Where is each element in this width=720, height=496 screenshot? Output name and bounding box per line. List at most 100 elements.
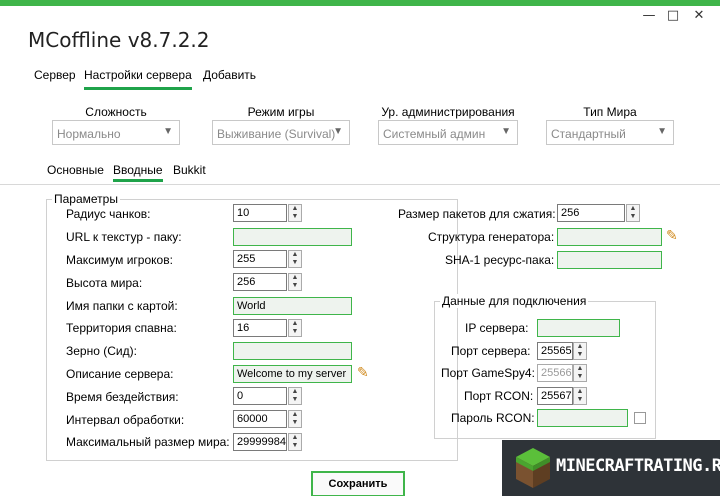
spin-down-icon[interactable]: ▼ bbox=[289, 328, 301, 336]
world-height-spinner[interactable]: ▲ ▼ bbox=[288, 273, 302, 291]
spawn-protection-spinner[interactable]: ▲ ▼ bbox=[288, 319, 302, 337]
spin-up-icon[interactable]: ▲ bbox=[289, 274, 301, 282]
title-accent-bar bbox=[0, 0, 720, 6]
spawn-protection-input[interactable]: 16 bbox=[233, 319, 287, 337]
chunk-radius-input[interactable]: 10 bbox=[233, 204, 287, 222]
idle-timeout-spinner[interactable]: ▲ ▼ bbox=[288, 387, 302, 405]
rcon-password-label: Пароль RCON: bbox=[451, 411, 535, 425]
subtab-main[interactable]: Основные bbox=[47, 163, 104, 177]
server-description-input[interactable]: Welcome to my server bbox=[233, 365, 352, 383]
world-height-input[interactable]: 256 bbox=[233, 273, 287, 291]
chevron-down-icon: ▼ bbox=[163, 126, 173, 137]
show-password-checkbox[interactable] bbox=[634, 412, 646, 424]
rcon-port-input[interactable]: 25567 bbox=[537, 387, 573, 405]
tab-server[interactable]: Сервер bbox=[34, 68, 76, 82]
tick-interval-label: Интервал обработки: bbox=[66, 413, 185, 427]
subtab-input[interactable]: Вводные bbox=[113, 163, 163, 182]
grass-block-logo-icon bbox=[516, 448, 550, 488]
max-players-input[interactable]: 255 bbox=[233, 250, 287, 268]
seed-input[interactable] bbox=[233, 342, 352, 360]
gamespy-port-input[interactable]: 25566 bbox=[537, 364, 573, 382]
idle-timeout-input[interactable]: 0 bbox=[233, 387, 287, 405]
compression-size-input[interactable]: 256 bbox=[557, 204, 625, 222]
chevron-down-icon: ▼ bbox=[657, 126, 667, 137]
texture-url-label: URL к текстур - паку: bbox=[66, 230, 182, 244]
max-world-size-input[interactable]: 29999984 bbox=[233, 433, 287, 451]
close-icon[interactable]: ✕ bbox=[690, 8, 708, 23]
world-height-label: Высота мира: bbox=[66, 276, 143, 290]
spin-up-icon[interactable]: ▲ bbox=[289, 434, 301, 442]
spawn-protection-label: Территория спавна: bbox=[66, 321, 177, 335]
maximize-icon[interactable]: □ bbox=[664, 8, 682, 23]
compression-size-spinner[interactable]: ▲ ▼ bbox=[626, 204, 640, 222]
gamemode-select[interactable]: Выживание (Survival) ▼ bbox=[212, 120, 350, 145]
spin-down-icon[interactable]: ▼ bbox=[574, 351, 586, 359]
spin-up-icon[interactable]: ▲ bbox=[627, 205, 639, 213]
world-type-select[interactable]: Стандартный ▼ bbox=[546, 120, 674, 145]
server-ip-input[interactable] bbox=[537, 319, 620, 337]
tab-add[interactable]: Добавить bbox=[203, 68, 256, 82]
resource-pack-sha1-input[interactable] bbox=[557, 251, 662, 269]
max-world-size-label: Максимальный размер мира: bbox=[66, 435, 230, 449]
difficulty-value: Нормально bbox=[57, 127, 121, 141]
params-legend: Параметры bbox=[52, 192, 120, 206]
spin-up-icon[interactable]: ▲ bbox=[574, 343, 586, 351]
spin-down-icon[interactable]: ▼ bbox=[289, 213, 301, 221]
spin-down-icon[interactable]: ▼ bbox=[574, 396, 586, 404]
subtab-bukkit[interactable]: Bukkit bbox=[173, 163, 206, 177]
gamespy-port-label: Порт GameSpy4: bbox=[441, 366, 535, 380]
server-description-label: Описание сервера: bbox=[66, 367, 174, 381]
server-port-spinner[interactable]: ▲ ▼ bbox=[573, 342, 587, 360]
spin-up-icon[interactable]: ▲ bbox=[574, 365, 586, 373]
resource-pack-sha1-label: SHA-1 ресурс-пака: bbox=[445, 253, 555, 267]
spin-up-icon[interactable]: ▲ bbox=[289, 388, 301, 396]
tab-server-settings[interactable]: Настройки сервера bbox=[84, 68, 192, 90]
save-button[interactable]: Сохранить bbox=[311, 471, 405, 496]
gamemode-label: Режим игры bbox=[247, 105, 315, 119]
spin-up-icon[interactable]: ▲ bbox=[289, 411, 301, 419]
compression-size-label: Размер пакетов для сжатия: bbox=[398, 207, 556, 221]
generator-settings-input[interactable] bbox=[557, 228, 662, 246]
spin-up-icon[interactable]: ▲ bbox=[574, 388, 586, 396]
rcon-password-input[interactable] bbox=[537, 409, 628, 427]
max-players-label: Максимум игроков: bbox=[66, 253, 173, 267]
edit-description-pencil-icon[interactable]: ✎ bbox=[357, 364, 369, 381]
world-type-value: Стандартный bbox=[551, 127, 626, 141]
rcon-port-spinner[interactable]: ▲ ▼ bbox=[573, 387, 587, 405]
chevron-down-icon: ▼ bbox=[333, 126, 343, 137]
minimize-icon[interactable]: — bbox=[640, 8, 658, 23]
spin-down-icon[interactable]: ▼ bbox=[627, 213, 639, 221]
spin-down-icon[interactable]: ▼ bbox=[289, 259, 301, 267]
map-folder-label: Имя папки с картой: bbox=[66, 299, 178, 313]
chunk-radius-label: Радиус чанков: bbox=[66, 207, 151, 221]
tick-interval-spinner[interactable]: ▲ ▼ bbox=[288, 410, 302, 428]
gamemode-value: Выживание (Survival) bbox=[217, 127, 336, 141]
spin-down-icon[interactable]: ▼ bbox=[289, 396, 301, 404]
server-ip-label: IP сервера: bbox=[465, 321, 529, 335]
spin-up-icon[interactable]: ▲ bbox=[289, 205, 301, 213]
idle-timeout-label: Время бездействия: bbox=[66, 390, 179, 404]
texture-url-input[interactable] bbox=[233, 228, 352, 246]
difficulty-select[interactable]: Нормально ▼ bbox=[52, 120, 180, 145]
server-port-label: Порт сервера: bbox=[451, 344, 531, 358]
generator-settings-label: Структура генератора: bbox=[428, 230, 555, 244]
spin-down-icon[interactable]: ▼ bbox=[289, 419, 301, 427]
max-players-spinner[interactable]: ▲ ▼ bbox=[288, 250, 302, 268]
spin-up-icon[interactable]: ▲ bbox=[289, 251, 301, 259]
gamespy-port-spinner[interactable]: ▲ ▼ bbox=[573, 364, 587, 382]
map-folder-input[interactable]: World bbox=[233, 297, 352, 315]
admin-level-label: Ур. администрирования bbox=[381, 105, 515, 119]
spin-up-icon[interactable]: ▲ bbox=[289, 320, 301, 328]
spin-down-icon[interactable]: ▼ bbox=[289, 442, 301, 450]
difficulty-label: Сложность bbox=[85, 105, 147, 119]
admin-level-select[interactable]: Системный админ ▼ bbox=[378, 120, 518, 145]
chunk-radius-spinner[interactable]: ▲ ▼ bbox=[288, 204, 302, 222]
spin-down-icon[interactable]: ▼ bbox=[289, 282, 301, 290]
edit-generator-pencil-icon[interactable]: ✎ bbox=[666, 227, 678, 244]
server-port-input[interactable]: 25565 bbox=[537, 342, 573, 360]
chevron-down-icon: ▼ bbox=[501, 126, 511, 137]
spin-down-icon[interactable]: ▼ bbox=[574, 373, 586, 381]
subtab-divider bbox=[0, 184, 720, 185]
tick-interval-input[interactable]: 60000 bbox=[233, 410, 287, 428]
max-world-size-spinner[interactable]: ▲ ▼ bbox=[288, 433, 302, 451]
